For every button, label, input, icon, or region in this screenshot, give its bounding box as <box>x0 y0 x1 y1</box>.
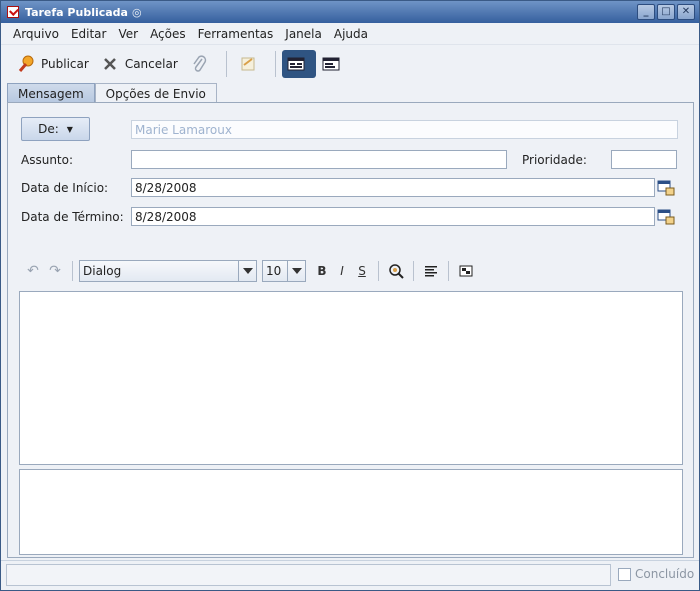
spell-check-icon <box>239 55 257 73</box>
priority-label: Prioridade: <box>522 153 587 167</box>
strike-button[interactable]: S <box>352 260 372 282</box>
menu-arquivo[interactable]: Arquivo <box>7 27 65 41</box>
font-family-select[interactable]: Dialog <box>79 260 257 282</box>
cancel-label: Cancelar <box>124 57 178 71</box>
status-bar: Concluído <box>1 560 699 590</box>
font-family-value: Dialog <box>83 264 122 278</box>
align-left-icon[interactable] <box>420 260 442 282</box>
title-bar: Tarefa Publicada ◎ _ □ ✕ <box>1 1 699 23</box>
end-date-input[interactable]: 8/28/2008 <box>131 207 655 226</box>
attachments-area[interactable] <box>19 469 683 555</box>
menu-janela[interactable]: Janela <box>279 27 328 41</box>
task-check-icon <box>7 6 19 18</box>
window-title: Tarefa Publicada <box>25 5 128 19</box>
publish-label: Publicar <box>41 57 89 71</box>
chevron-down-icon <box>238 261 256 281</box>
start-date-input[interactable]: 8/28/2008 <box>131 178 655 197</box>
italic-button[interactable]: I <box>332 260 352 282</box>
editor-separator <box>378 261 379 281</box>
menu-editar[interactable]: Editar <box>65 27 113 41</box>
editor-toolbar: ↶ ↷ Dialog 10 B I S <box>22 258 682 284</box>
attach-button[interactable] <box>184 50 220 78</box>
menu-ver[interactable]: Ver <box>112 27 144 41</box>
main-toolbar: Publicar Cancelar <box>1 46 699 82</box>
font-size-select[interactable]: 10 <box>262 260 306 282</box>
from-field: Marie Lamaroux <box>131 120 678 139</box>
form-view-icon <box>287 55 305 73</box>
close-button[interactable]: ✕ <box>677 4 695 20</box>
redo-icon[interactable]: ↷ <box>44 260 66 282</box>
cancel-button[interactable]: Cancelar <box>95 50 184 78</box>
spell-check-button[interactable] <box>233 50 269 78</box>
menu-bar: Arquivo Editar Ver Ações Ferramentas Jan… <box>1 23 699 45</box>
toolbar-separator <box>225 51 227 77</box>
details-view-icon <box>322 55 340 73</box>
end-calendar-icon[interactable] <box>657 209 675 225</box>
chevron-down-icon <box>287 261 305 281</box>
publish-icon <box>17 55 35 73</box>
message-panel: De: ▼ Marie Lamaroux Assunto: Prioridade… <box>7 102 694 558</box>
maximize-button[interactable]: □ <box>657 4 675 20</box>
done-checkbox[interactable]: Concluído <box>618 567 694 581</box>
menu-acoes[interactable]: Ações <box>144 27 192 41</box>
minimize-button[interactable]: _ <box>637 4 655 20</box>
view-details-button[interactable] <box>316 50 352 78</box>
tab-strip: Mensagem Opções de Envio <box>7 83 217 103</box>
subject-input[interactable] <box>131 150 507 169</box>
undo-icon[interactable]: ↶ <box>22 260 44 282</box>
status-message <box>6 564 611 586</box>
font-size-value: 10 <box>266 264 282 278</box>
from-button[interactable]: De: ▼ <box>21 117 90 141</box>
subject-label: Assunto: <box>21 153 74 167</box>
from-button-label: De: <box>38 122 59 136</box>
title-swirl-icon: ◎ <box>131 5 142 19</box>
priority-input[interactable] <box>611 150 677 169</box>
view-form-button[interactable] <box>281 50 316 78</box>
color-picker-icon[interactable] <box>385 260 407 282</box>
menu-ajuda[interactable]: Ajuda <box>328 27 374 41</box>
tab-mensagem[interactable]: Mensagem <box>7 83 95 103</box>
insert-image-icon[interactable] <box>455 260 477 282</box>
message-body-editor[interactable] <box>19 291 683 465</box>
done-label: Concluído <box>635 567 695 581</box>
bold-button[interactable]: B <box>312 260 332 282</box>
checkbox-box <box>618 567 631 581</box>
menu-ferramentas[interactable]: Ferramentas <box>192 27 280 41</box>
start-date-label: Data de Início: <box>21 181 109 195</box>
tab-opcoes-de-envio[interactable]: Opções de Envio <box>94 83 217 103</box>
start-calendar-icon[interactable] <box>657 180 675 196</box>
chevron-down-icon: ▼ <box>66 124 73 134</box>
toolbar-separator <box>274 51 276 77</box>
cancel-x-icon <box>101 55 119 73</box>
publish-button[interactable]: Publicar <box>11 50 95 78</box>
paperclip-icon <box>190 55 208 73</box>
editor-separator <box>72 261 73 281</box>
editor-separator <box>448 261 449 281</box>
task-window: Tarefa Publicada ◎ _ □ ✕ Arquivo Editar … <box>0 0 700 591</box>
end-date-label: Data de Término: <box>21 210 124 224</box>
editor-separator <box>413 261 414 281</box>
